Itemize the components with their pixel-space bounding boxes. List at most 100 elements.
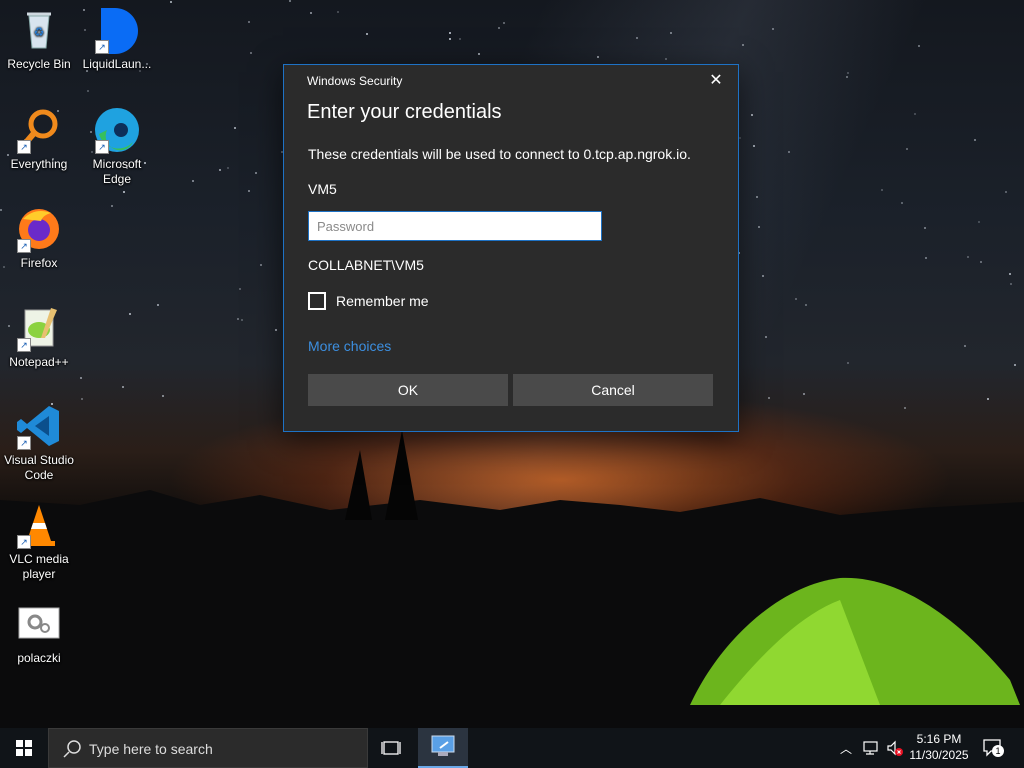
star xyxy=(310,12,312,14)
taskbar-search-box[interactable]: Type here to search xyxy=(48,728,368,768)
star xyxy=(847,72,849,74)
desktop-icon-label: Everything xyxy=(10,157,68,171)
desktop-icon-notepadpp[interactable]: ↗ Notepad++ xyxy=(0,304,78,370)
taskbar-app-remote-desktop[interactable] xyxy=(418,728,468,768)
star xyxy=(805,304,807,306)
star xyxy=(768,397,770,399)
star xyxy=(129,313,131,315)
star xyxy=(918,45,920,47)
taskbar: Type here to search ︿ 5:16 PM 11/30/2025… xyxy=(0,728,1024,768)
desktop-icon-firefox[interactable]: ↗ Firefox xyxy=(0,205,78,271)
star xyxy=(742,44,744,46)
star xyxy=(753,145,755,147)
desktop-icon-label: LiquidLaun... xyxy=(82,57,152,71)
star xyxy=(239,288,241,290)
star xyxy=(925,257,927,259)
star xyxy=(122,386,124,388)
clock-time: 5:16 PM xyxy=(916,732,962,746)
star xyxy=(449,32,451,34)
star xyxy=(847,362,849,364)
ok-button[interactable]: OK xyxy=(308,374,508,406)
desktop-icon-everything[interactable]: ↗ Everything xyxy=(0,106,78,172)
star xyxy=(87,90,89,92)
star xyxy=(170,1,172,3)
shortcut-arrow-icon: ↗ xyxy=(95,140,109,154)
windows-logo-icon xyxy=(16,740,32,756)
vlc-cone-icon: ↗ xyxy=(15,501,63,549)
star xyxy=(901,202,903,204)
action-center-button[interactable]: 1 xyxy=(982,738,1004,758)
dialog-description: These credentials will be used to connec… xyxy=(308,146,691,162)
desktop-icon-vlc[interactable]: ↗ VLC media player xyxy=(0,501,78,582)
search-icon xyxy=(63,740,81,758)
star xyxy=(1010,283,1012,285)
desktop-icon-edge[interactable]: ↗ Microsoft Edge xyxy=(78,106,156,187)
star xyxy=(964,345,966,347)
cancel-button[interactable]: Cancel xyxy=(513,374,713,406)
star xyxy=(756,196,758,198)
star xyxy=(1005,191,1007,193)
star xyxy=(803,393,805,395)
clock-date: 11/30/2025 xyxy=(909,748,969,762)
star xyxy=(1014,364,1016,366)
star xyxy=(237,318,239,320)
star xyxy=(670,32,672,34)
star xyxy=(788,151,790,153)
star xyxy=(80,377,82,379)
close-icon[interactable]: ✕ xyxy=(704,69,728,93)
star xyxy=(924,227,926,229)
taskbar-clock[interactable]: 5:16 PM 11/30/2025 xyxy=(904,731,974,763)
star xyxy=(739,137,741,139)
task-view-icon xyxy=(381,741,401,755)
star xyxy=(459,38,461,40)
star xyxy=(275,329,277,331)
svg-text:♻: ♻ xyxy=(34,25,45,39)
desktop-icon-vscode[interactable]: ↗ Visual Studio Code xyxy=(0,402,78,483)
star xyxy=(227,167,229,169)
star xyxy=(248,21,250,23)
star xyxy=(250,52,252,54)
star xyxy=(795,298,797,300)
star xyxy=(1009,273,1011,275)
star xyxy=(881,189,883,191)
volume-muted-icon[interactable] xyxy=(886,739,904,757)
notepadpp-icon: ↗ xyxy=(15,304,63,352)
password-input[interactable] xyxy=(308,211,602,241)
star xyxy=(449,38,451,40)
notification-count-badge: 1 xyxy=(992,745,1004,757)
shortcut-arrow-icon: ↗ xyxy=(17,338,31,352)
desktop-icon-label: Recycle Bin xyxy=(7,57,71,71)
desktop-icon-liquidlauncher[interactable]: ↗ LiquidLaun... xyxy=(78,6,156,72)
star xyxy=(157,304,159,306)
star xyxy=(978,221,980,223)
star xyxy=(260,264,262,266)
desktop-icon-label: Notepad++ xyxy=(9,355,69,369)
remember-me-checkbox[interactable] xyxy=(308,292,326,310)
domain-user-label: COLLABNET\VM5 xyxy=(308,257,424,273)
desktop-icon-label: VLC media player xyxy=(9,552,69,581)
star xyxy=(498,27,500,29)
star xyxy=(772,28,774,30)
star xyxy=(162,395,164,397)
remember-me-label[interactable]: Remember me xyxy=(336,293,429,309)
star xyxy=(967,256,969,258)
chevron-up-icon[interactable]: ︿ xyxy=(838,740,854,756)
desktop-icon-polaczki[interactable]: polaczki xyxy=(0,600,78,666)
star xyxy=(192,180,194,182)
start-button[interactable] xyxy=(0,728,48,768)
dialog-caption: Windows Security xyxy=(307,74,403,88)
star xyxy=(751,114,753,116)
star xyxy=(762,275,764,277)
star xyxy=(665,58,667,60)
desktop-icon-label: Microsoft Edge xyxy=(92,157,142,186)
desktop-icon-recycle-bin[interactable]: ♻ Recycle Bin xyxy=(0,6,78,72)
more-choices-link[interactable]: More choices xyxy=(308,338,391,354)
search-placeholder: Type here to search xyxy=(89,741,213,757)
network-icon[interactable] xyxy=(862,739,880,757)
star xyxy=(81,398,83,400)
star xyxy=(241,319,243,321)
task-view-button[interactable] xyxy=(376,728,408,768)
star xyxy=(234,127,236,129)
desktop-icon-label: Visual Studio Code xyxy=(4,453,74,482)
desktop-icon-label: polaczki xyxy=(17,651,61,665)
